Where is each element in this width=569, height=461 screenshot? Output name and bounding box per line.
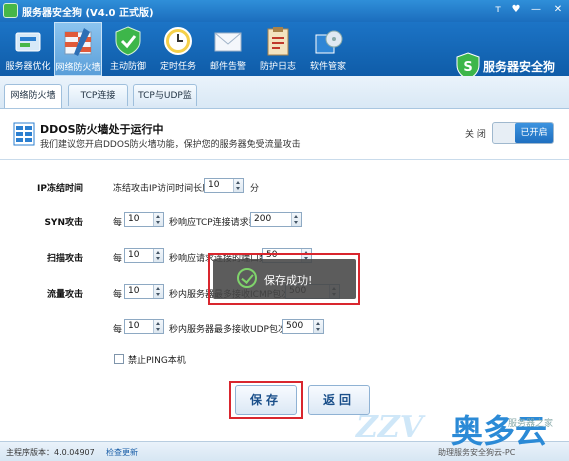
mail-icon <box>214 32 242 52</box>
toolbar-item-optimize[interactable]: 服务器优化 <box>4 22 52 76</box>
stepper-arrows-icon[interactable] <box>153 213 163 226</box>
stepper-arrows-icon[interactable] <box>153 320 163 333</box>
flow-udp-middle-text: 秒内服务器最多接收UDP包次数 <box>169 325 296 335</box>
flow-udp-count-stepper[interactable]: 500 <box>282 319 324 334</box>
stepper-arrows-icon[interactable] <box>313 320 323 333</box>
ddos-firewall-icon <box>13 122 35 146</box>
flow-udp-count-value[interactable]: 500 <box>286 321 303 331</box>
tab-bar: 网络防火墙 TCP连接 TCP与UDP监听 <box>0 76 569 123</box>
ip-freeze-stepper[interactable]: 10 <box>204 178 244 193</box>
status-description: 我们建议您开启DDOS防火墙功能，保护您的服务器免受流量攻击 <box>40 140 301 150</box>
tab-firewall[interactable]: 网络防火墙 <box>4 84 62 108</box>
syn-middle-text: 秒响应TCP连接请求数 <box>169 218 258 228</box>
version-text: 主程序版本：4.0.04907 <box>6 448 95 457</box>
scan-seconds-value[interactable]: 10 <box>128 250 139 260</box>
toolbar-label: 网络防火墙 <box>55 63 101 73</box>
save-button-highlight <box>229 381 303 419</box>
syn-seconds-stepper[interactable]: 10 <box>124 212 164 227</box>
stepper-arrows-icon[interactable] <box>291 213 301 226</box>
stepper-arrows-icon[interactable] <box>153 285 163 298</box>
ip-freeze-prefix: 冻结攻击IP访问时间长度 <box>113 184 212 194</box>
scan-attack-label: 扫描攻击 <box>46 254 83 264</box>
ip-freeze-value[interactable]: 10 <box>208 180 219 190</box>
flow-icmp-seconds-stepper[interactable]: 10 <box>124 284 164 299</box>
flow-udp-seconds-stepper[interactable]: 10 <box>124 319 164 334</box>
toolbar-item-defense[interactable]: 主动防御 <box>104 22 152 76</box>
flow-udp-seconds-value[interactable]: 10 <box>128 321 139 331</box>
syn-seconds-value[interactable]: 10 <box>128 214 139 224</box>
ip-freeze-label: IP冻结时间 <box>37 184 83 194</box>
software-icon <box>315 30 343 54</box>
firewall-toggle[interactable]: 已开启 <box>492 122 554 144</box>
toggle-off-label[interactable]: 关 闭 <box>465 127 486 140</box>
toolbar-item-log[interactable]: 防护日志 <box>254 22 302 76</box>
syn-count-value[interactable]: 200 <box>254 214 271 224</box>
toolbar-label: 服务器优化 <box>5 62 51 72</box>
shield-icon <box>115 26 141 56</box>
tab-tcp-udp-listen[interactable]: TCP与UDP监听 <box>133 84 197 123</box>
watermark: ZZV 奥多云 服务器之家 <box>356 408 568 460</box>
disable-ping-label[interactable]: 禁止PING本机 <box>128 353 186 366</box>
app-logo-icon <box>3 3 18 18</box>
main-toolbar: 服务器优化 网络防火墙 主动防御 定时任务 邮件告警 防护日志 软件管家 S 服… <box>0 22 569 80</box>
toolbar-label: 软件管家 <box>309 62 346 72</box>
toggle-on-label[interactable]: 已开启 <box>515 123 553 143</box>
watermark-left: ZZV <box>356 410 424 445</box>
flow-udp-prefix: 每 <box>113 325 123 335</box>
scan-prefix: 每 <box>113 254 123 264</box>
status-title: DDOS防火墙处于运行中 <box>40 123 164 136</box>
minimize-button[interactable]: — <box>528 3 544 17</box>
close-button[interactable]: ✕ <box>550 3 566 17</box>
syn-prefix: 每 <box>113 218 123 228</box>
toolbar-item-mail[interactable]: 邮件告警 <box>204 22 252 76</box>
skin-icon[interactable]: ᴛ <box>490 3 506 17</box>
favorite-icon[interactable]: ♥ <box>508 3 524 17</box>
disable-ping-checkbox[interactable] <box>114 354 124 364</box>
watermark-small: 服务器之家 <box>508 419 554 429</box>
syn-count-stepper[interactable]: 200 <box>250 212 302 227</box>
flow-attack-label: 流量攻击 <box>46 290 83 300</box>
toolbar-item-firewall[interactable]: 网络防火墙 <box>54 22 102 76</box>
svg-text:S: S <box>463 60 472 75</box>
flow-icmp-seconds-value[interactable]: 10 <box>128 286 139 296</box>
toolbar-label: 邮件告警 <box>209 62 246 72</box>
log-icon <box>267 27 289 56</box>
firewall-icon <box>64 28 92 56</box>
stepper-arrows-icon[interactable] <box>153 249 163 262</box>
window-title: 服务器安全狗 (V4.0 正式版) <box>22 8 154 19</box>
title-bar: 服务器安全狗 (V4.0 正式版) ᴛ ♥ — ✕ <box>0 0 569 22</box>
toolbar-label: 主动防御 <box>109 62 146 72</box>
brand-name: 服务器安全狗 <box>483 60 556 74</box>
syn-attack-label: SYN攻击 <box>44 218 83 228</box>
watermark-brand: 奥多云 <box>451 412 548 450</box>
check-update-link[interactable]: 检查更新 <box>106 447 138 458</box>
optimize-icon <box>15 32 41 52</box>
stepper-arrows-icon[interactable] <box>233 179 243 192</box>
clock-icon <box>164 27 192 55</box>
toolbar-label: 定时任务 <box>159 62 196 72</box>
toolbar-item-schedule[interactable]: 定时任务 <box>154 22 202 76</box>
tab-tcp-connections[interactable]: TCP连接 <box>68 84 128 106</box>
scan-seconds-stepper[interactable]: 10 <box>124 248 164 263</box>
flow-icmp-prefix: 每 <box>113 290 123 300</box>
toolbar-item-software[interactable]: 软件管家 <box>304 22 352 76</box>
toast-highlight <box>208 253 360 305</box>
toolbar-label: 防护日志 <box>259 62 296 72</box>
ip-freeze-suffix: 分 <box>250 184 260 194</box>
